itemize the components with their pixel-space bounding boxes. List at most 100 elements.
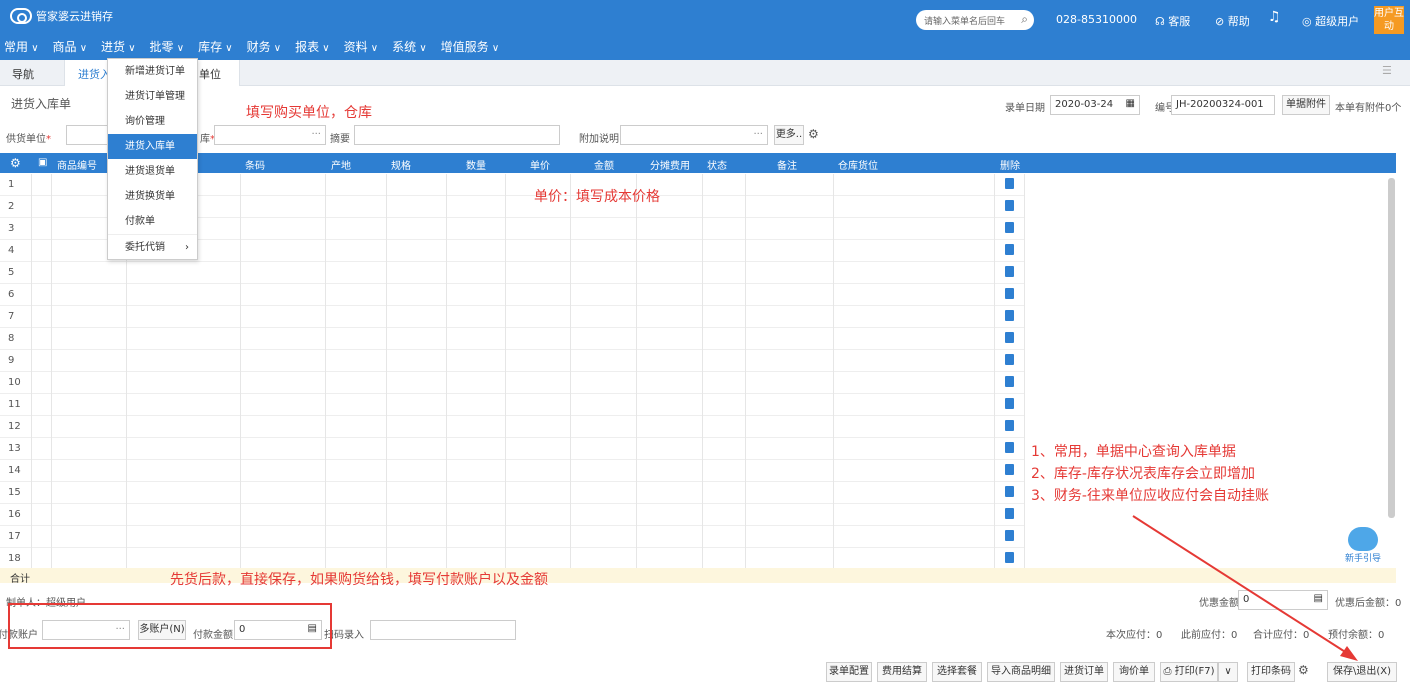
- inquiry-button[interactable]: 询价单: [1113, 662, 1155, 682]
- col-spec: 规格: [391, 161, 411, 172]
- trash-icon[interactable]: [1005, 508, 1014, 519]
- search-icon[interactable]: ⌕: [1021, 12, 1028, 27]
- bell-icon[interactable]: ♫: [1268, 9, 1281, 25]
- number-field[interactable]: JH-20200324-001: [1171, 95, 1275, 115]
- print-button[interactable]: ⎙ 打印(F7): [1160, 662, 1218, 682]
- trash-icon[interactable]: [1005, 354, 1014, 365]
- more-dots-icon[interactable]: ···: [753, 129, 763, 140]
- table-row[interactable]: 14: [0, 460, 1025, 482]
- tab-nav[interactable]: 导航: [12, 66, 34, 82]
- table-row[interactable]: 5: [0, 262, 1025, 284]
- feedback-button[interactable]: 用户互动: [1374, 6, 1404, 34]
- trash-icon[interactable]: [1005, 288, 1014, 299]
- print-barcode-button[interactable]: 打印条码: [1247, 662, 1295, 682]
- trash-icon[interactable]: [1005, 486, 1014, 497]
- print-dropdown-button[interactable]: ∨: [1218, 662, 1238, 682]
- menu-data[interactable]: 资料: [344, 38, 379, 55]
- scan-field[interactable]: [370, 620, 516, 640]
- highlight-box: [8, 603, 332, 649]
- new-user-guide[interactable]: 新手引导: [1343, 527, 1383, 573]
- menu-value-added[interactable]: 增值服务: [441, 38, 500, 55]
- table-row[interactable]: 11: [0, 394, 1025, 416]
- menu-purchase[interactable]: 进货: [101, 38, 136, 55]
- print-settings-gear-icon[interactable]: ⚙: [1298, 663, 1309, 677]
- menu-item-inquiry-mgmt[interactable]: 询价管理: [108, 109, 197, 134]
- table-row[interactable]: 10: [0, 372, 1025, 394]
- list-icon[interactable]: ☰: [1382, 64, 1392, 77]
- extra-field[interactable]: ···: [620, 125, 768, 145]
- menu-item-return[interactable]: 进货退货单: [108, 159, 197, 184]
- table-row[interactable]: 17: [0, 526, 1025, 548]
- table-row[interactable]: 9: [0, 350, 1025, 372]
- trash-icon[interactable]: [1005, 442, 1014, 453]
- trash-icon[interactable]: [1005, 530, 1014, 541]
- trash-icon[interactable]: [1005, 200, 1014, 211]
- table-row[interactable]: 16: [0, 504, 1025, 526]
- trash-icon[interactable]: [1005, 222, 1014, 233]
- table-row[interactable]: 15: [0, 482, 1025, 504]
- trash-icon[interactable]: [1005, 266, 1014, 277]
- grid-scrollbar[interactable]: [1388, 178, 1395, 518]
- user-label: 超级用户: [1315, 15, 1360, 28]
- date-field[interactable]: 2020-03-24 ▦: [1050, 95, 1140, 115]
- discount-label: 优惠金额: [1199, 598, 1239, 609]
- menu-item-payment[interactable]: 付款单: [108, 209, 197, 234]
- service-button[interactable]: ☊ 客服: [1155, 13, 1190, 29]
- grid-settings-icon[interactable]: ⚙: [10, 156, 21, 170]
- image-col-icon: ▣: [38, 157, 48, 168]
- supplier-field[interactable]: [66, 125, 108, 145]
- trash-icon[interactable]: [1005, 310, 1014, 321]
- menu-wholesale[interactable]: 批零: [150, 38, 185, 55]
- trash-icon[interactable]: [1005, 178, 1014, 189]
- table-row[interactable]: 13: [0, 438, 1025, 460]
- summary-field[interactable]: [354, 125, 560, 145]
- table-row[interactable]: 8: [0, 328, 1025, 350]
- table-row[interactable]: 7: [0, 306, 1025, 328]
- menu-common[interactable]: 常用: [4, 38, 39, 55]
- warehouse-field[interactable]: ···: [214, 125, 326, 145]
- trash-icon[interactable]: [1005, 420, 1014, 431]
- grid-header: ⚙ ▣ 商品编号 条码 产地 规格 数量 单价 金额 分摊费用 状态 备注 仓库…: [0, 153, 1396, 173]
- menu-item-consignment[interactable]: 委托代销 ›: [108, 234, 197, 259]
- table-row[interactable]: 6: [0, 284, 1025, 306]
- trash-icon[interactable]: [1005, 244, 1014, 255]
- menu-item-purchase-order-mgmt[interactable]: 进货订单管理: [108, 84, 197, 109]
- trash-icon[interactable]: [1005, 376, 1014, 387]
- trash-icon[interactable]: [1005, 398, 1014, 409]
- save-exit-button[interactable]: 保存\退出(X): [1327, 662, 1397, 682]
- calculator-icon[interactable]: ▤: [1314, 593, 1323, 604]
- more-dots-icon[interactable]: ···: [311, 129, 321, 140]
- menu-inventory[interactable]: 库存: [198, 38, 233, 55]
- import-details-button[interactable]: 导入商品明细: [987, 662, 1055, 682]
- table-row[interactable]: 18: [0, 548, 1025, 570]
- menu-search-input[interactable]: 请输入菜单名后回车 ⌕: [916, 10, 1034, 30]
- discount-field[interactable]: 0 ▤: [1238, 590, 1328, 610]
- top-bar: 管家婆云进销存 请输入菜单名后回车 ⌕ 028-85310000 ☊ 客服 ⊘ …: [0, 0, 1410, 60]
- order-config-button[interactable]: 录单配置: [826, 662, 872, 682]
- select-package-button[interactable]: 选择套餐: [932, 662, 982, 682]
- trash-icon[interactable]: [1005, 464, 1014, 475]
- trash-icon[interactable]: [1005, 552, 1014, 563]
- settings-gear-icon[interactable]: ⚙: [808, 127, 819, 141]
- summary-label: 摘要: [330, 134, 350, 145]
- menu-item-exchange[interactable]: 进货换货单: [108, 184, 197, 209]
- user-menu[interactable]: ◎ 超级用户: [1302, 13, 1359, 29]
- table-row[interactable]: 12: [0, 416, 1025, 438]
- menu-system[interactable]: 系统: [392, 38, 427, 55]
- calendar-icon[interactable]: ▦: [1126, 98, 1135, 109]
- help-button[interactable]: ⊘ 帮助: [1215, 13, 1250, 29]
- attachment-button[interactable]: 单据附件: [1282, 95, 1330, 115]
- row-number: 10: [8, 377, 21, 388]
- annotation-pay-first: 先货后款，直接保存，如果购货给钱，填写付款账户以及金额: [170, 572, 548, 588]
- menu-reports[interactable]: 报表: [295, 38, 330, 55]
- purchase-order-button[interactable]: 进货订单: [1060, 662, 1108, 682]
- fee-settle-button[interactable]: 费用结算: [877, 662, 927, 682]
- more-button[interactable]: 更多..: [774, 125, 804, 145]
- trash-icon[interactable]: [1005, 332, 1014, 343]
- row-number: 18: [8, 553, 21, 564]
- menu-goods[interactable]: 商品: [53, 38, 88, 55]
- row-number: 2: [8, 201, 15, 212]
- menu-item-stockin[interactable]: 进货入库单: [108, 134, 197, 159]
- menu-item-new-purchase-order[interactable]: 新增进货订单: [108, 59, 197, 84]
- menu-finance[interactable]: 财务: [247, 38, 282, 55]
